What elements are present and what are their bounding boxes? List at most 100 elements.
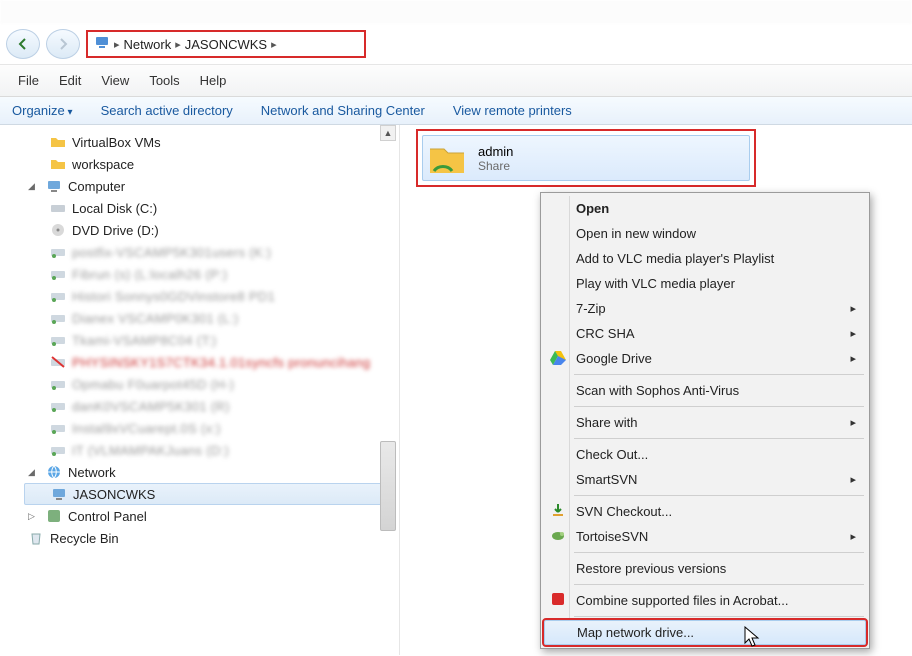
tree-label: Network xyxy=(68,465,116,480)
tree-label: DVD Drive (D:) xyxy=(72,223,159,238)
acrobat-icon xyxy=(550,591,566,610)
tree-item-virtualbox-vms[interactable]: VirtualBox VMs xyxy=(24,131,391,153)
toolbar-organize[interactable]: Organize xyxy=(12,103,73,118)
share-name: admin xyxy=(478,144,513,159)
tree-item-local-disk[interactable]: Local Disk (C:) xyxy=(24,197,391,219)
ctx-open[interactable]: Open xyxy=(544,196,866,221)
tree-item-mapped-drive[interactable]: IT (VLMAMPAKJuans (D:) xyxy=(24,439,391,461)
breadcrumb-network[interactable]: Network xyxy=(124,37,172,52)
toolbar-search-active-directory[interactable]: Search active directory xyxy=(101,103,233,118)
control-panel-icon xyxy=(46,508,62,524)
tree-item-mapped-drive[interactable]: Opmabu F0uarpot45D (H-) xyxy=(24,373,391,395)
tree-item-computer[interactable]: ◢ Computer xyxy=(24,175,391,197)
ctx-separator xyxy=(574,616,864,617)
tortoisesvn-icon xyxy=(550,527,566,546)
breadcrumb-separator-icon: ▸ xyxy=(114,38,120,51)
ctx-separator xyxy=(574,438,864,439)
share-type: Share xyxy=(478,159,513,173)
network-drive-icon xyxy=(50,398,66,414)
ctx-share-with[interactable]: Share with xyxy=(544,410,866,435)
ctx-combine-acrobat[interactable]: Combine supported files in Acrobat... xyxy=(544,588,866,613)
tree-item-mapped-drive[interactable]: danK0VSCAMP5K301 (R) xyxy=(24,395,391,417)
menu-file[interactable]: File xyxy=(8,69,49,92)
tree-item-mapped-drive-disconnected[interactable]: PHYSINSKY1S7CTK34.1.01syncfs pronuncihan… xyxy=(24,351,391,373)
tree-item-workspace[interactable]: workspace xyxy=(24,153,391,175)
tree-item-network[interactable]: ◢ Network xyxy=(24,461,391,483)
tree-item-host-selected[interactable]: JASONCWKS xyxy=(24,483,391,505)
tree-item-mapped-drive[interactable]: postfix-VSCAMP5K301users (K:) xyxy=(24,241,391,263)
network-icon xyxy=(46,464,62,480)
ctx-vlc-play[interactable]: Play with VLC media player xyxy=(544,271,866,296)
command-bar: Organize Search active directory Network… xyxy=(0,97,912,125)
back-button[interactable] xyxy=(6,29,40,59)
computer-icon xyxy=(46,178,62,194)
tree-item-dvd-drive[interactable]: DVD Drive (D:) xyxy=(24,219,391,241)
breadcrumb-separator-icon: ▸ xyxy=(271,38,277,51)
ctx-svn-checkout[interactable]: SVN Checkout... xyxy=(544,499,866,524)
folder-icon xyxy=(50,134,66,150)
ctx-sophos-scan[interactable]: Scan with Sophos Anti-Virus xyxy=(544,378,866,403)
expand-icon[interactable]: ▷ xyxy=(28,511,38,522)
toolbar-view-remote-printers[interactable]: View remote printers xyxy=(453,103,572,118)
menu-edit[interactable]: Edit xyxy=(49,69,91,92)
ctx-open-new-window[interactable]: Open in new window xyxy=(544,221,866,246)
arrow-right-icon xyxy=(55,36,71,52)
tree-item-mapped-drive[interactable]: Histori Sonnys0GDVinstore8 PD1 xyxy=(24,285,391,307)
tree-label: Control Panel xyxy=(68,509,147,524)
folder-icon xyxy=(50,156,66,172)
network-drive-icon xyxy=(50,376,66,392)
breadcrumb-separator-icon: ▸ xyxy=(175,38,181,51)
ctx-separator xyxy=(574,374,864,375)
ctx-check-out[interactable]: Check Out... xyxy=(544,442,866,467)
network-drive-icon xyxy=(50,266,66,282)
ctx-7zip[interactable]: 7-Zip xyxy=(544,296,866,321)
tree-label: Computer xyxy=(68,179,125,194)
toolbar-network-sharing-center[interactable]: Network and Sharing Center xyxy=(261,103,425,118)
breadcrumb-host[interactable]: JASONCWKS xyxy=(185,37,267,52)
expand-icon[interactable]: ◢ xyxy=(28,467,38,478)
tree-label: workspace xyxy=(72,157,134,172)
recycle-bin-icon xyxy=(28,530,44,546)
ctx-separator xyxy=(574,406,864,407)
network-drive-icon xyxy=(50,332,66,348)
ctx-smartsvn[interactable]: SmartSVN xyxy=(544,467,866,492)
tree-item-mapped-drive[interactable]: Instal9xVCuarept.0S (x:) xyxy=(24,417,391,439)
computer-icon xyxy=(51,486,67,502)
network-drive-icon xyxy=(50,310,66,326)
forward-button[interactable] xyxy=(46,29,80,59)
expand-icon[interactable]: ◢ xyxy=(28,181,38,192)
ctx-tortoisesvn[interactable]: TortoiseSVN xyxy=(544,524,866,549)
obscured-top-strip xyxy=(0,0,912,24)
tree-item-mapped-drive[interactable]: Fibrun (s) (L:localh26 (P:) xyxy=(24,263,391,285)
network-drive-icon xyxy=(50,442,66,458)
ctx-google-drive[interactable]: Google Drive xyxy=(544,346,866,371)
context-menu: Open Open in new window Add to VLC media… xyxy=(540,192,870,649)
tree-item-control-panel[interactable]: ▷ Control Panel xyxy=(24,505,391,527)
ctx-map-network-drive[interactable]: Map network drive... xyxy=(544,620,866,645)
ctx-separator xyxy=(574,495,864,496)
nav-row: ▸ Network ▸ JASONCWKS ▸ xyxy=(0,24,912,64)
menu-bar: File Edit View Tools Help xyxy=(0,64,912,97)
scroll-thumb[interactable] xyxy=(380,441,396,531)
tree-item-recycle-bin[interactable]: Recycle Bin xyxy=(24,527,391,549)
address-bar[interactable]: ▸ Network ▸ JASONCWKS ▸ xyxy=(86,30,366,58)
network-drive-icon xyxy=(50,420,66,436)
sidebar-scrollbar[interactable]: ▲ xyxy=(379,125,397,655)
menu-tools[interactable]: Tools xyxy=(139,69,189,92)
svn-checkout-icon xyxy=(550,502,566,521)
tree-label: JASONCWKS xyxy=(73,487,155,502)
share-item-admin[interactable]: admin Share xyxy=(416,129,756,187)
computer-network-icon xyxy=(94,34,110,55)
menu-help[interactable]: Help xyxy=(190,69,237,92)
ctx-crc-sha[interactable]: CRC SHA xyxy=(544,321,866,346)
tree-label: Recycle Bin xyxy=(50,531,119,546)
ctx-vlc-playlist[interactable]: Add to VLC media player's Playlist xyxy=(544,246,866,271)
ctx-separator xyxy=(574,552,864,553)
menu-view[interactable]: View xyxy=(91,69,139,92)
tree-item-mapped-drive[interactable]: Tkami-VSAMP8C04 (T:) xyxy=(24,329,391,351)
arrow-left-icon xyxy=(15,36,31,52)
scroll-up-icon[interactable]: ▲ xyxy=(380,125,396,141)
ctx-separator xyxy=(574,584,864,585)
tree-item-mapped-drive[interactable]: Dianex VSCAMP0K301 (L:) xyxy=(24,307,391,329)
ctx-restore-previous-versions[interactable]: Restore previous versions xyxy=(544,556,866,581)
